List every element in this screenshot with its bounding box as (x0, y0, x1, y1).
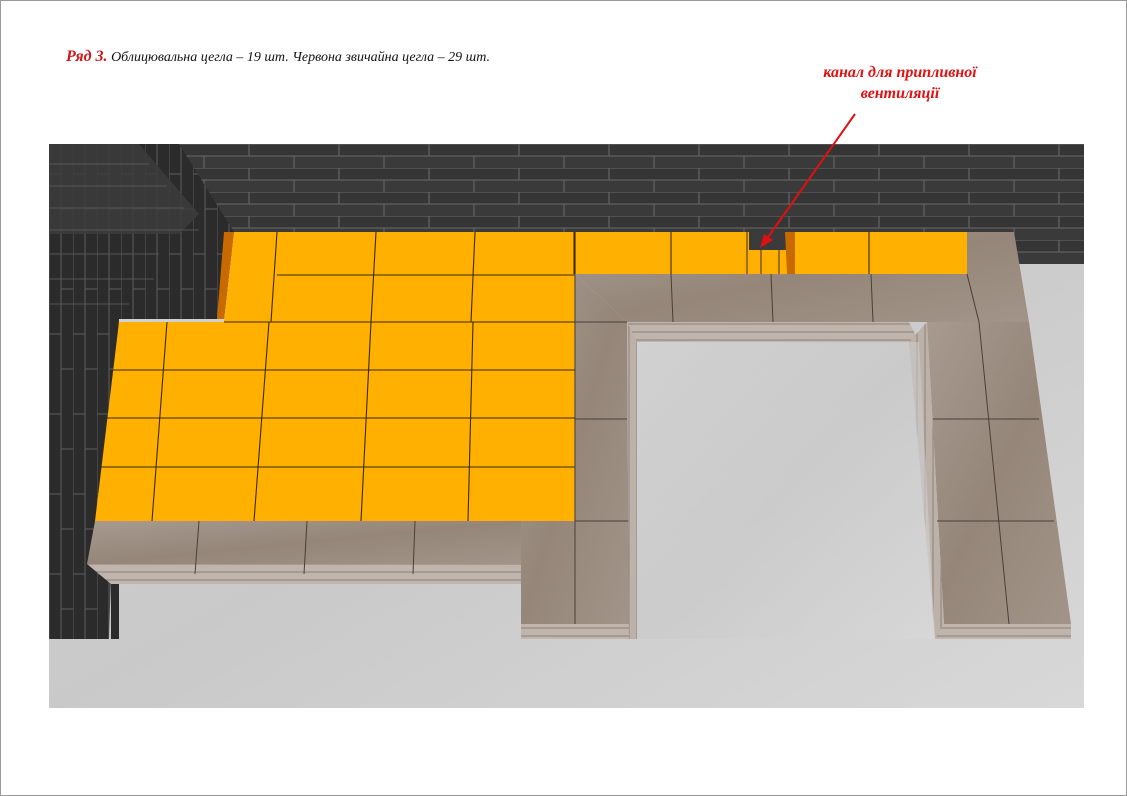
callout-arrow (760, 113, 856, 248)
callout-arrow-head (760, 234, 773, 248)
callout-arrow-line (765, 113, 856, 241)
